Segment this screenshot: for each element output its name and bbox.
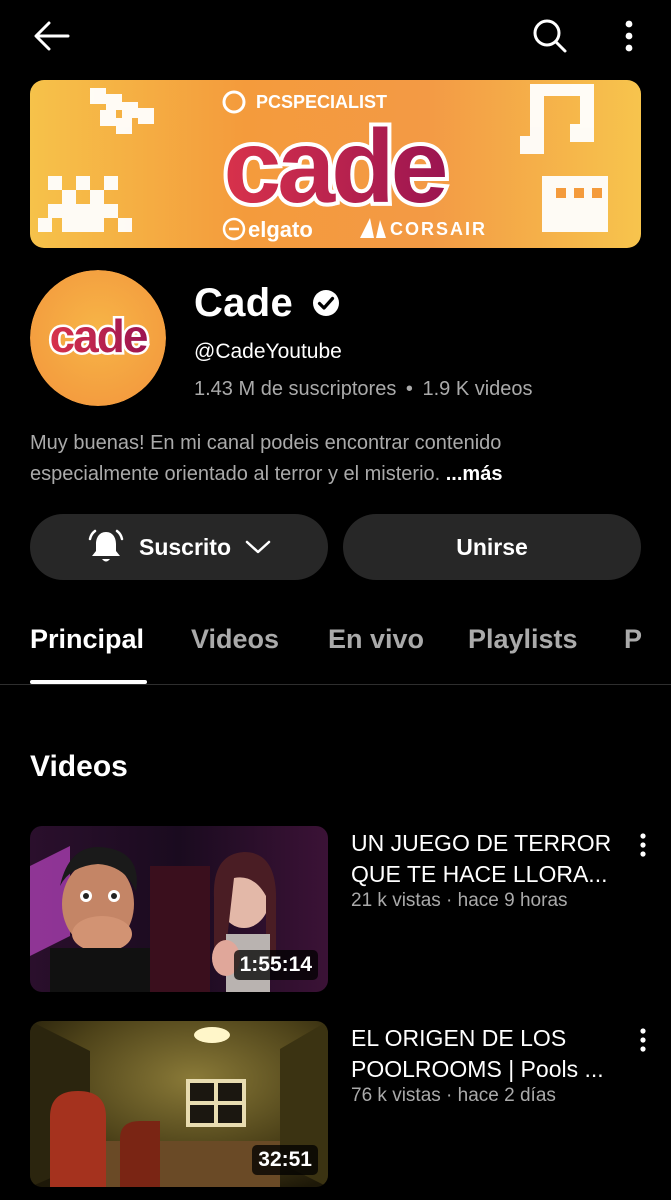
subscriber-count: 1.43 M de suscriptores: [194, 378, 397, 400]
join-label: Unirse: [456, 533, 528, 560]
video-views: 76 k vistas: [351, 1085, 441, 1106]
video-title[interactable]: UN JUEGO DE TERROR QUE TE HACE LLORA...: [351, 828, 621, 890]
banner-brand-main: cade: [223, 109, 445, 225]
channel-avatar[interactable]: cade: [30, 270, 166, 406]
video-title-line-1: EL ORIGEN DE LOS: [351, 1025, 567, 1051]
banner-sponsor-left: elgato: [248, 217, 313, 242]
subscribed-button[interactable]: Suscrito: [30, 514, 328, 580]
description-more-link[interactable]: ...más: [446, 463, 503, 485]
video-thumbnail[interactable]: 32:51: [30, 1021, 328, 1187]
tab-principal[interactable]: Principal: [30, 624, 144, 655]
video-count: 1.9 K videos: [422, 378, 533, 400]
bell-icon: [88, 529, 124, 562]
verified-check-icon: [313, 290, 340, 316]
pixel-box-slots: [556, 188, 602, 198]
avatar-text: cade: [50, 310, 148, 362]
description-line-1: Muy buenas! En mi canal podeis encontrar…: [30, 432, 502, 454]
video-item[interactable]: 32:51 EL ORIGEN DE LOS POOLROOMS | Pools…: [30, 1021, 656, 1187]
video-age: hace 2 días: [457, 1085, 556, 1106]
meta-separator: ·: [446, 1085, 458, 1106]
video-title-line-2: QUE TE HACE LLORA...: [351, 861, 608, 887]
chevron-down-icon: [245, 540, 271, 554]
video-age: hace 9 horas: [457, 890, 568, 911]
channel-name-row: Cade: [194, 280, 341, 326]
more-vert-icon: [640, 1028, 646, 1052]
banner-sponsor-right: CORSAIR: [390, 219, 487, 239]
video-meta: 21 k vistas · hace 9 horas: [351, 890, 568, 912]
arrow-left-icon: [34, 21, 70, 51]
meta-separator: ·: [446, 890, 458, 911]
more-vert-icon: [640, 833, 646, 857]
video-views: 21 k vistas: [351, 890, 441, 911]
description-line-2: especialmente orientado al terror y el m…: [30, 463, 441, 485]
video-title-line-2: POOLROOMS | Pools ...: [351, 1056, 604, 1082]
channel-stats: 1.43 M de suscriptores • 1.9 K videos: [194, 378, 533, 401]
video-more-button[interactable]: [630, 830, 656, 860]
more-options-button[interactable]: [605, 12, 653, 60]
search-button[interactable]: [526, 12, 574, 60]
channel-tabs: Principal Videos En vivo Playlists P: [0, 600, 671, 685]
channel-banner: PCSPECIALIST cade elgato CORSAIR: [30, 80, 641, 248]
video-thumbnail[interactable]: 1:55:14: [30, 826, 328, 992]
top-app-bar: [0, 0, 671, 70]
stats-separator: •: [405, 378, 413, 400]
channel-description[interactable]: Muy buenas! En mi canal podeis encontrar…: [30, 428, 630, 490]
video-item[interactable]: 1:55:14 UN JUEGO DE TERROR QUE TE HACE L…: [30, 826, 656, 992]
video-title-line-1: UN JUEGO DE TERROR: [351, 830, 612, 856]
video-duration: 32:51: [252, 1145, 318, 1175]
channel-handle: @CadeYoutube: [194, 340, 342, 363]
tab-en-vivo[interactable]: En vivo: [328, 624, 424, 655]
active-tab-indicator: [30, 680, 147, 684]
tab-playlists[interactable]: Playlists: [468, 624, 578, 655]
tab-videos[interactable]: Videos: [191, 624, 279, 655]
avatar-artwork: cade: [30, 270, 166, 406]
video-more-button[interactable]: [630, 1025, 656, 1055]
join-button[interactable]: Unirse: [343, 514, 641, 580]
channel-name: Cade: [194, 280, 294, 325]
video-meta: 76 k vistas · hace 2 días: [351, 1085, 556, 1107]
section-title: Videos: [30, 750, 128, 783]
banner-artwork: PCSPECIALIST cade elgato CORSAIR: [30, 80, 641, 248]
search-icon: [533, 19, 567, 53]
video-title[interactable]: EL ORIGEN DE LOS POOLROOMS | Pools ...: [351, 1023, 621, 1085]
tab-partial[interactable]: P: [624, 624, 642, 655]
back-button[interactable]: [28, 12, 76, 60]
video-duration: 1:55:14: [233, 950, 318, 980]
subscribed-label: Suscrito: [138, 533, 232, 560]
more-vert-icon: [625, 20, 633, 52]
